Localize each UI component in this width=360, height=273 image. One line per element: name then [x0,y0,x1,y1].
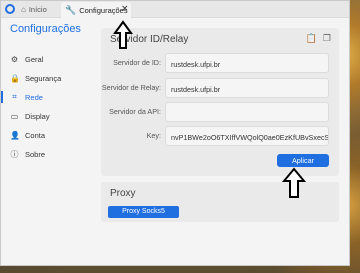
rustdesk-logo-icon [5,4,15,14]
gear-icon: ⚙ [10,54,19,64]
sidebar-item-label: Sobre [25,149,46,159]
key-field[interactable]: nvP1BWe2oO6TXIffVWQolQ0ae0EzKfUBvSxecSp [165,126,329,146]
id-server-field[interactable]: rustdesk.ufpi.br [165,53,329,73]
apply-button[interactable]: Aplicar [277,154,329,167]
home-icon: ⌂ [21,5,26,14]
relay-server-panel: Servidor ID/Relay 📋 ❐ Servidor de ID: ru… [101,28,339,176]
id-server-row: Servidor de ID: rustdesk.ufpi.br [101,53,339,73]
key-row: Key: nvP1BWe2oO6TXIffVWQolQ0ae0EzKfUBvSx… [101,126,339,146]
settings-sidebar: Configurações ⚙ Geral 🔒 Segurança ⌗ Rede… [1,18,91,265]
tab-bar: ⌂ Início 🔧 Configurações × [1,1,349,18]
panel-tools: 📋 ❐ [306,34,331,44]
sidebar-item-label: Geral [25,54,44,64]
tab-home-label: Início [28,5,47,14]
tab-home[interactable]: ⌂ Início [21,3,47,16]
sidebar-item-geral[interactable]: ⚙ Geral [1,51,89,67]
api-server-label: Servidor da API: [109,107,161,116]
lock-icon: 🔒 [10,73,20,83]
sidebar-item-display[interactable]: ▭ Display [1,108,89,124]
wrench-icon: 🔧 [65,4,77,15]
relay-server-field[interactable]: rustdesk.ufpi.br [165,78,329,98]
id-server-label: Servidor de ID: [113,58,161,67]
paste-icon[interactable]: 📋 [306,34,317,44]
info-icon: ⓘ [10,149,19,159]
sidebar-item-seguranca[interactable]: 🔒 Segurança [1,70,89,86]
proxy-panel-title: Proxy [110,188,136,199]
settings-window: ⌂ Início 🔧 Configurações × Configurações… [0,0,350,266]
annotation-up-arrow-icon [113,20,133,49]
key-label: Key: [146,131,161,140]
sidebar-item-label: Rede [25,92,43,102]
sidebar-item-rede[interactable]: ⌗ Rede [1,89,89,105]
sidebar-title: Configurações [10,23,81,35]
person-icon: 👤 [10,130,20,140]
proxy-socks5-button[interactable]: Proxy Socks5 [108,206,179,218]
sidebar-item-label: Segurança [25,73,62,83]
annotation-up-arrow-icon [282,167,306,198]
relay-server-row: Servidor de Relay: rustdesk.ufpi.br [101,78,339,98]
monitor-icon: ▭ [10,111,19,121]
sidebar-item-label: Conta [25,130,46,140]
sidebar-item-conta[interactable]: 👤 Conta [1,127,89,143]
sidebar-item-sobre[interactable]: ⓘ Sobre [1,146,89,162]
relay-server-label: Servidor de Relay: [101,83,161,92]
close-tab-icon[interactable]: × [121,4,129,14]
sidebar-item-label: Display [25,111,50,121]
api-server-field[interactable] [165,102,329,122]
copy-icon[interactable]: ❐ [323,34,331,44]
network-icon: ⌗ [12,92,17,101]
api-server-row: Servidor da API: [101,102,339,122]
